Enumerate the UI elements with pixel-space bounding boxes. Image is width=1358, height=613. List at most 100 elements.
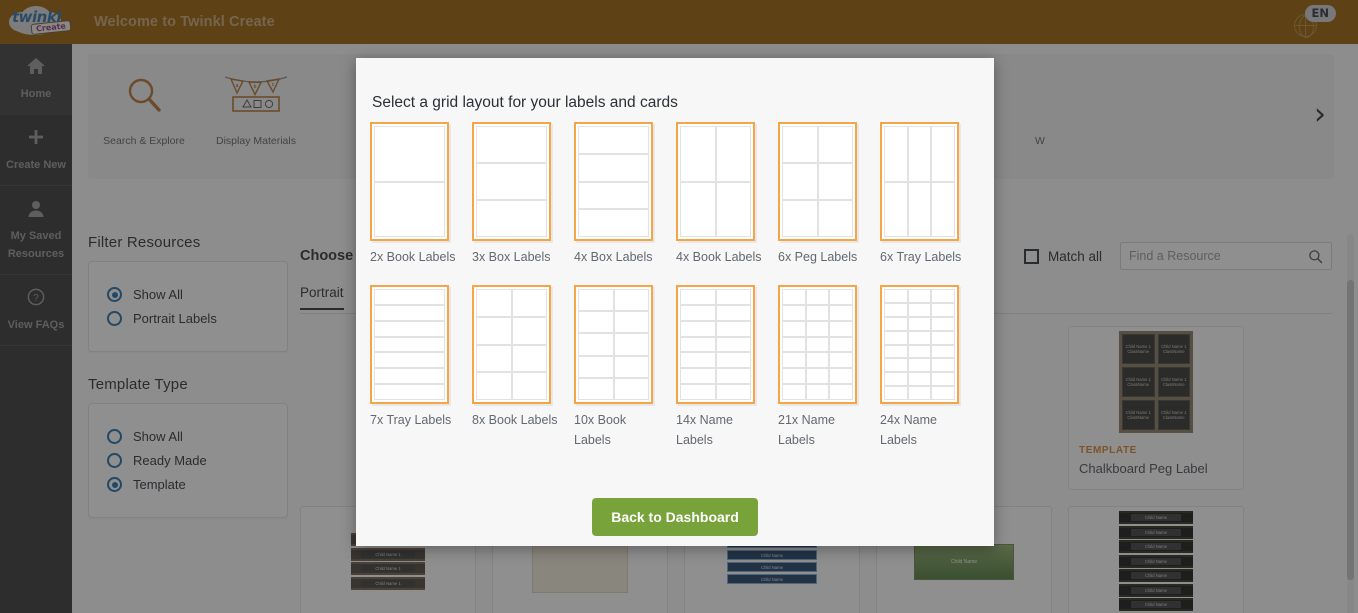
grid-cell [374, 321, 445, 337]
grid-cell [782, 352, 806, 368]
grid-cell [806, 289, 830, 305]
grid-cell [680, 337, 716, 353]
grid-cell [716, 368, 752, 384]
grid-cell [782, 337, 806, 353]
modal-footer: Back to Dashboard [356, 498, 994, 536]
grid-cell [614, 311, 650, 333]
grid-cell [806, 352, 830, 368]
grid-option-10x-book-labels[interactable]: 10x Book Labels [574, 285, 676, 450]
grid-cell [716, 384, 752, 400]
grid-cell [806, 368, 830, 384]
grid-thumbnail [574, 122, 653, 241]
grid-cell [931, 303, 955, 317]
grid-cell [884, 345, 908, 359]
grid-cell [512, 289, 548, 317]
grid-cell [578, 356, 614, 378]
grid-option-3x-box-labels[interactable]: 3x Box Labels [472, 122, 574, 267]
grid-option-4x-book-labels[interactable]: 4x Book Labels [676, 122, 778, 267]
grid-option-label: 4x Book Labels [676, 247, 768, 267]
grid-cell [374, 368, 445, 384]
grid-cell [476, 345, 512, 373]
grid-cell [908, 345, 932, 359]
grid-thumbnail [370, 285, 449, 404]
grid-cell [614, 289, 650, 311]
grid-cell [908, 303, 932, 317]
grid-thumbnail [676, 122, 755, 241]
grid-cell [716, 337, 752, 353]
grid-cell [908, 358, 932, 372]
grid-thumbnail [472, 285, 551, 404]
grid-cell [908, 372, 932, 386]
grid-cell [680, 321, 716, 337]
grid-cell [716, 289, 752, 305]
grid-cell [818, 200, 854, 237]
grid-cell [578, 289, 614, 311]
grid-option-label: 4x Box Labels [574, 247, 666, 267]
grid-option-24x-name-labels[interactable]: 24x Name Labels [880, 285, 982, 450]
grid-cell [931, 358, 955, 372]
grid-cell [782, 200, 818, 237]
grid-cell [782, 384, 806, 400]
grid-option-label: 8x Book Labels [472, 410, 564, 430]
grid-cell [374, 182, 445, 238]
grid-cell [680, 352, 716, 368]
grid-cell [716, 321, 752, 337]
grid-cell [931, 386, 955, 400]
grid-cell [476, 126, 547, 163]
grid-thumbnail [880, 122, 959, 241]
grid-cell [476, 372, 512, 400]
grid-cell [884, 289, 908, 303]
back-to-dashboard-button[interactable]: Back to Dashboard [592, 498, 758, 536]
grid-cell [512, 317, 548, 345]
grid-option-list: 2x Book Labels 3x Box Labels4x Box Labels… [370, 122, 982, 468]
grid-option-label: 24x Name Labels [880, 410, 972, 450]
app-root: twinkl Create Welcome to Twinkl Create E… [0, 0, 1358, 613]
grid-option-label: 7x Tray Labels [370, 410, 462, 430]
grid-cell [476, 317, 512, 345]
grid-option-14x-name-labels[interactable]: 14x Name Labels [676, 285, 778, 450]
grid-cell [884, 331, 908, 345]
grid-cell [578, 311, 614, 333]
grid-layout-modal: Select a grid layout for your labels and… [356, 58, 994, 546]
grid-option-4x-box-labels[interactable]: 4x Box Labels [574, 122, 676, 267]
grid-cell [931, 345, 955, 359]
grid-cell [680, 126, 716, 182]
grid-cell [680, 182, 716, 238]
grid-option-21x-name-labels[interactable]: 21x Name Labels [778, 285, 880, 450]
grid-cell [884, 126, 908, 182]
modal-title: Select a grid layout for your labels and… [372, 94, 678, 112]
grid-cell [931, 289, 955, 303]
grid-option-label: 21x Name Labels [778, 410, 870, 450]
grid-cell [614, 356, 650, 378]
grid-cell [829, 384, 853, 400]
grid-cell [908, 289, 932, 303]
grid-thumbnail [880, 285, 959, 404]
grid-cell [680, 368, 716, 384]
grid-cell [818, 126, 854, 163]
grid-option-6x-peg-labels[interactable]: 6x Peg Labels [778, 122, 880, 267]
grid-option-6x-tray-labels[interactable]: 6x Tray Labels [880, 122, 982, 267]
grid-option-8x-book-labels[interactable]: 8x Book Labels [472, 285, 574, 450]
grid-cell [782, 126, 818, 163]
grid-cell [931, 331, 955, 345]
grid-cell [884, 372, 908, 386]
grid-cell [716, 126, 752, 182]
grid-thumbnail [472, 122, 551, 241]
grid-cell [931, 126, 955, 182]
grid-cell [884, 358, 908, 372]
grid-option-label: 10x Book Labels [574, 410, 666, 450]
grid-cell [782, 305, 806, 321]
grid-cell [829, 368, 853, 384]
grid-cell [931, 182, 955, 238]
grid-cell [476, 200, 547, 237]
grid-cell [806, 337, 830, 353]
grid-cell [931, 372, 955, 386]
grid-thumbnail [778, 285, 857, 404]
grid-option-2x-book-labels[interactable]: 2x Book Labels [370, 122, 472, 267]
grid-option-7x-tray-labels[interactable]: 7x Tray Labels [370, 285, 472, 450]
grid-option-label: 2x Book Labels [370, 247, 462, 267]
grid-cell [806, 321, 830, 337]
grid-cell [374, 337, 445, 353]
grid-cell [614, 378, 650, 400]
grid-cell [782, 163, 818, 200]
